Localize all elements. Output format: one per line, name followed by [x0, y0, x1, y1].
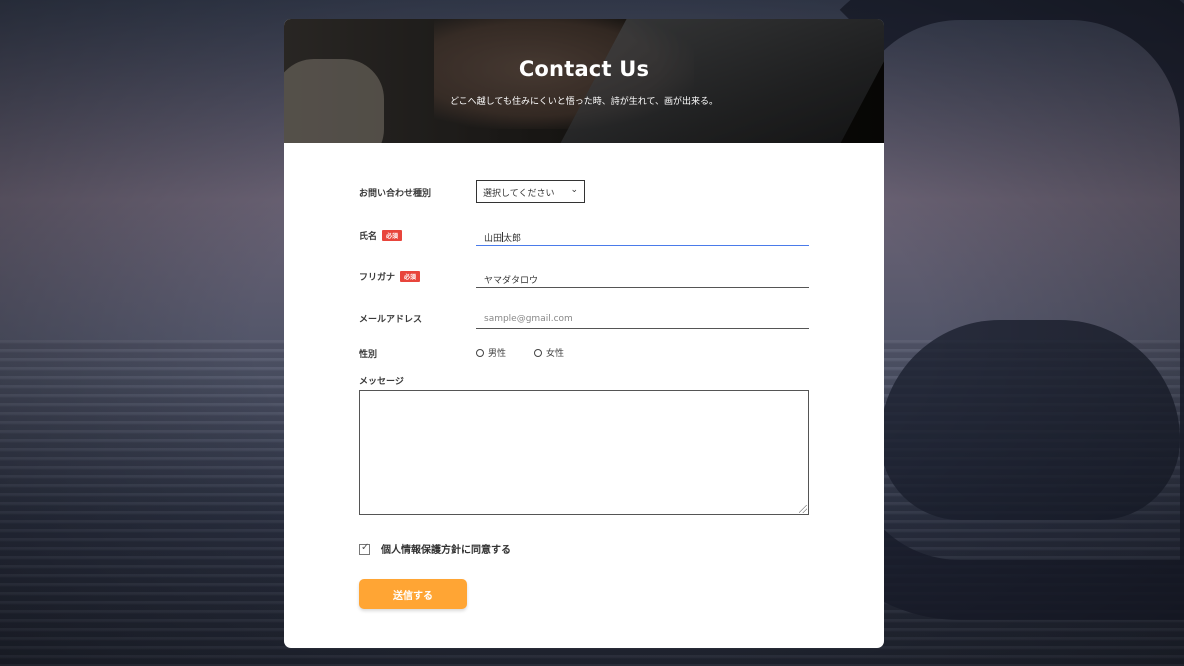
- inquiry-type-selected: 選択してください: [483, 189, 555, 199]
- resize-grip-icon[interactable]: [799, 505, 807, 513]
- hero-shade: [284, 19, 884, 143]
- name-value-part2: 太郎: [503, 234, 522, 244]
- name-input[interactable]: 山田太郎: [476, 226, 809, 246]
- email-placeholder: sample@gmail.com: [484, 314, 573, 324]
- inquiry-type-select[interactable]: 選択してください ⌄: [476, 180, 585, 203]
- name-label: 氏名 必須: [359, 229, 403, 242]
- gender-label: 性別: [359, 350, 378, 360]
- message-textarea[interactable]: [359, 390, 809, 515]
- message-label: メッセージ: [359, 377, 404, 387]
- privacy-consent[interactable]: ✓ 個人情報保護方針に同意する: [359, 541, 511, 556]
- required-badge: 必須: [400, 271, 421, 282]
- name-value-part1: 山田: [484, 234, 503, 244]
- inquiry-type-label: お問い合わせ種別: [359, 189, 432, 199]
- chevron-down-icon: ⌄: [570, 185, 578, 195]
- email-label: メールアドレス: [359, 315, 423, 325]
- submit-button[interactable]: 送信する: [359, 579, 467, 609]
- privacy-checkbox[interactable]: ✓: [359, 542, 370, 555]
- gender-option-label: 女性: [546, 349, 565, 359]
- email-field[interactable]: sample@gmail.com: [476, 309, 809, 329]
- gender-radio-male[interactable]: 男性: [476, 346, 506, 359]
- gender-option-label: 男性: [488, 349, 507, 359]
- privacy-label: 個人情報保護方針に同意する: [381, 545, 511, 556]
- furigana-label-text: フリガナ: [359, 273, 396, 283]
- contact-card: Contact Us どこへ越しても住みにくいと悟った時、詩が生れて、画が出来る…: [284, 19, 884, 648]
- radio-circle: [476, 349, 484, 357]
- furigana-label: フリガナ 必須: [359, 270, 421, 283]
- furigana-value: ヤマダタロウ: [484, 276, 539, 286]
- radio-circle: [534, 349, 542, 357]
- furigana-input[interactable]: ヤマダタロウ: [476, 268, 809, 288]
- page-title: Contact Us: [518, 57, 650, 81]
- gender-radio-female[interactable]: 女性: [534, 346, 564, 359]
- page-subtitle: どこへ越しても住みにくいと悟った時、詩が生れて、画が出来る。: [449, 97, 719, 107]
- name-label-text: 氏名: [359, 232, 378, 242]
- checkmark-icon: ✓: [361, 542, 370, 553]
- hero-banner: Contact Us どこへ越しても住みにくいと悟った時、詩が生れて、画が出来る…: [284, 19, 884, 143]
- required-badge: 必須: [382, 230, 403, 241]
